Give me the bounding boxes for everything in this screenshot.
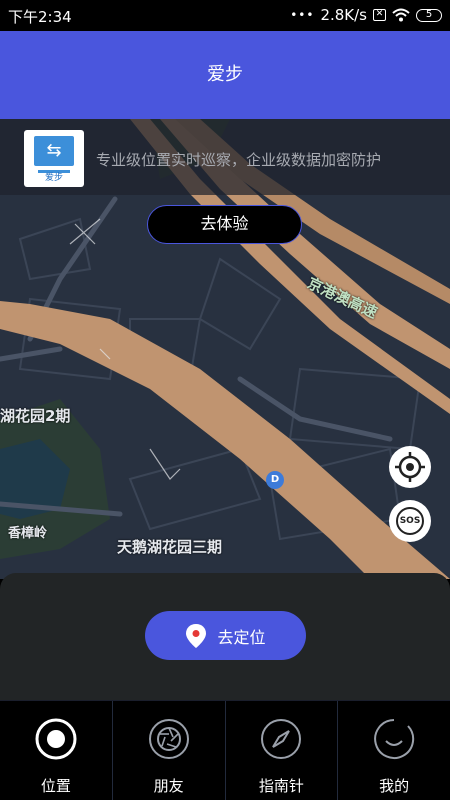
compass-icon xyxy=(261,719,302,759)
try-button[interactable]: 去体验 xyxy=(147,205,302,244)
tab-label: 我的 xyxy=(379,777,410,795)
target-icon xyxy=(35,718,77,760)
tab-compass[interactable]: 指南针 xyxy=(226,701,339,800)
page-title: 爱步 xyxy=(207,64,243,85)
logo-text: 爱步 xyxy=(44,173,63,183)
tab-label: 朋友 xyxy=(153,777,184,795)
profile-ring-icon xyxy=(374,719,415,759)
go-locate-label: 去定位 xyxy=(217,627,266,647)
app-logo: ⇆ 爱步 xyxy=(24,130,84,187)
sos-icon: SOS xyxy=(396,507,424,535)
battery-icon: 5 xyxy=(416,8,442,22)
aperture-icon xyxy=(148,719,189,759)
status-bar: 下午2:34 ••• 2.8K/s ✕ 5 xyxy=(0,0,450,31)
wifi-icon xyxy=(392,8,410,22)
tab-label: 位置 xyxy=(40,777,71,795)
map-label-xiangzhangling: 香樟岭 xyxy=(8,526,48,541)
sos-button[interactable]: SOS xyxy=(389,500,431,542)
tab-friends[interactable]: 朋友 xyxy=(113,701,226,800)
tab-location[interactable]: 位置 xyxy=(0,701,113,800)
app-header: 爱步 xyxy=(0,31,450,119)
tab-label: 指南针 xyxy=(258,777,304,795)
status-indicators: ••• 2.8K/s ✕ 5 xyxy=(290,6,442,24)
locate-me-button[interactable] xyxy=(389,446,431,488)
map-marker-d[interactable]: D xyxy=(266,471,284,489)
map-label-garden-phase2: 湖花园2期 xyxy=(0,407,71,425)
location-pin-icon xyxy=(186,623,207,648)
tab-mine[interactable]: 我的 xyxy=(338,701,450,800)
sim-icon: ✕ xyxy=(373,9,386,21)
go-locate-button[interactable]: 去定位 xyxy=(145,611,306,660)
more-dots-icon: ••• xyxy=(290,8,315,22)
network-speed: 2.8K/s xyxy=(320,6,367,24)
transfer-arrows-icon: ⇆ xyxy=(34,136,74,166)
tab-bar: 位置 朋友 指南针 我的 xyxy=(0,700,450,800)
map-label-garden-phase3: 天鹅湖花园三期 xyxy=(117,538,223,556)
promo-banner[interactable]: ⇆ 爱步 专业级位置实时巡察，企业级数据加密防护 xyxy=(0,119,450,195)
bottom-panel: 去定位 xyxy=(0,573,450,700)
crosshair-icon xyxy=(395,452,425,482)
status-time: 下午2:34 xyxy=(8,8,72,26)
banner-text: 专业级位置实时巡察，企业级数据加密防护 xyxy=(96,151,382,169)
